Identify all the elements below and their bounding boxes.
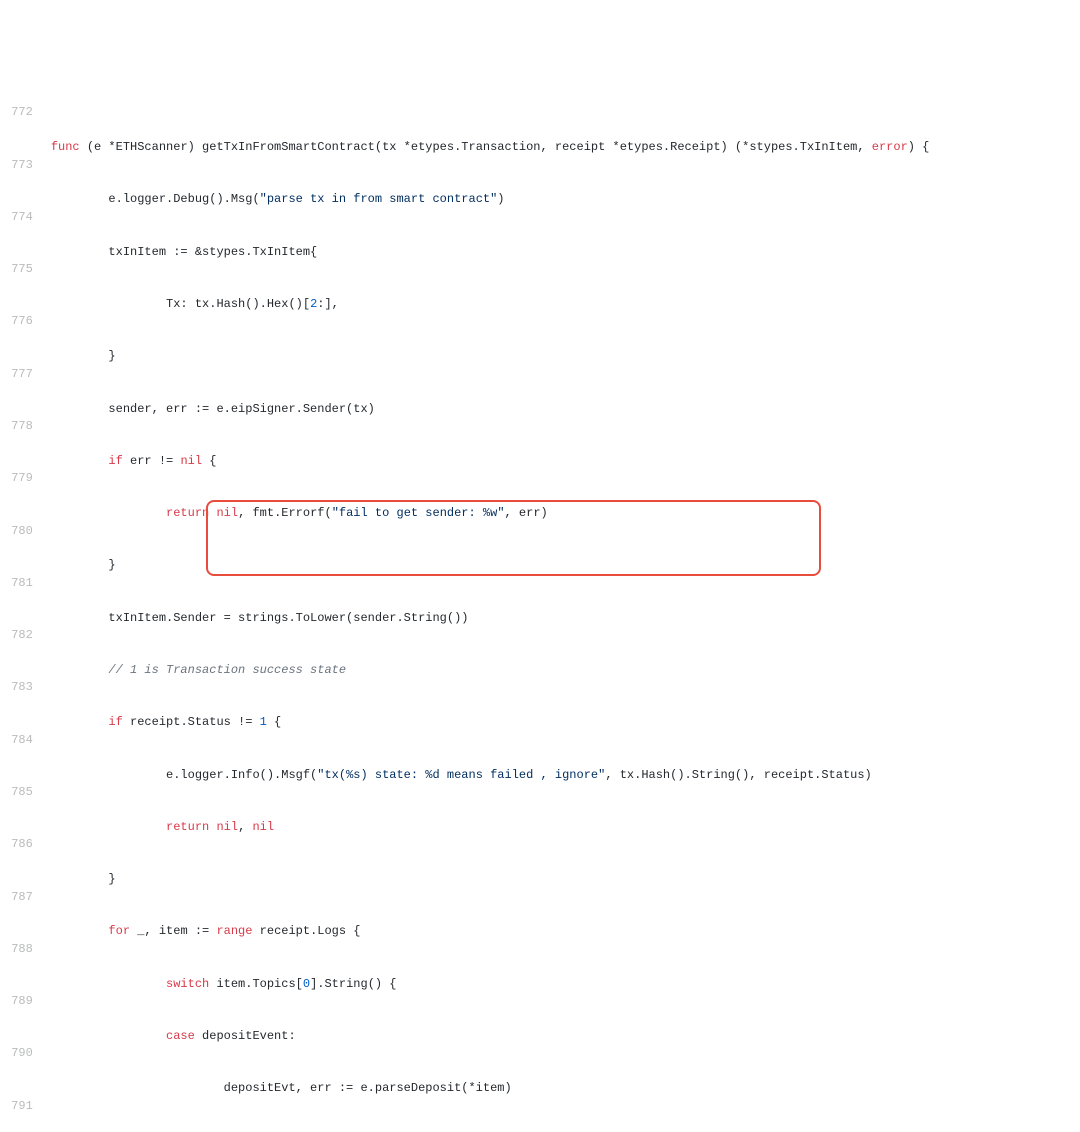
line-number: 778	[4, 418, 33, 436]
line-number: 777	[4, 366, 33, 384]
line-number: 790	[4, 1045, 33, 1063]
line-number: 788	[4, 941, 33, 959]
line-number: 773	[4, 157, 33, 175]
code-line: e.logger.Debug().Msg("parse tx in from s…	[51, 191, 1080, 209]
line-number: 785	[4, 784, 33, 802]
line-number: 779	[4, 470, 33, 488]
line-number: 781	[4, 575, 33, 593]
code-line: Tx: tx.Hash().Hex()[2:],	[51, 296, 1080, 314]
code-line: }	[51, 871, 1080, 889]
code-line: // 1 is Transaction success state	[51, 662, 1080, 680]
line-number-gutter: 772 773 774 775 776 777 778 779 780 781 …	[0, 70, 41, 1132]
line-number: 791	[4, 1098, 33, 1116]
line-number: 782	[4, 627, 33, 645]
code-line: }	[51, 348, 1080, 366]
code-line: return nil, fmt.Errorf("fail to get send…	[51, 505, 1080, 523]
code-line: case depositEvent:	[51, 1028, 1080, 1046]
code-line: if err != nil {	[51, 453, 1080, 471]
line-number: 783	[4, 679, 33, 697]
line-number: 787	[4, 889, 33, 907]
code-line: }	[51, 557, 1080, 575]
code-line: txInItem := &stypes.TxInItem{	[51, 244, 1080, 262]
code-line: func (e *ETHScanner) getTxInFromSmartCon…	[51, 139, 1080, 157]
line-number: 786	[4, 836, 33, 854]
line-number: 775	[4, 261, 33, 279]
code-container: 772 773 774 775 776 777 778 779 780 781 …	[0, 70, 1080, 1132]
code-line: switch item.Topics[0].String() {	[51, 976, 1080, 994]
line-number: 780	[4, 523, 33, 541]
line-number: 789	[4, 993, 33, 1011]
line-number: 776	[4, 313, 33, 331]
line-number: 784	[4, 732, 33, 750]
code-area: func (e *ETHScanner) getTxInFromSmartCon…	[41, 70, 1080, 1132]
code-line: e.logger.Info().Msgf("tx(%s) state: %d m…	[51, 767, 1080, 785]
line-number: 774	[4, 209, 33, 227]
line-number: 772	[4, 104, 33, 122]
code-line: for _, item := range receipt.Logs {	[51, 923, 1080, 941]
code-line: if receipt.Status != 1 {	[51, 714, 1080, 732]
code-line: sender, err := e.eipSigner.Sender(tx)	[51, 401, 1080, 419]
code-line: depositEvt, err := e.parseDeposit(*item)	[51, 1080, 1080, 1098]
code-line: txInItem.Sender = strings.ToLower(sender…	[51, 610, 1080, 628]
code-line: return nil, nil	[51, 819, 1080, 837]
